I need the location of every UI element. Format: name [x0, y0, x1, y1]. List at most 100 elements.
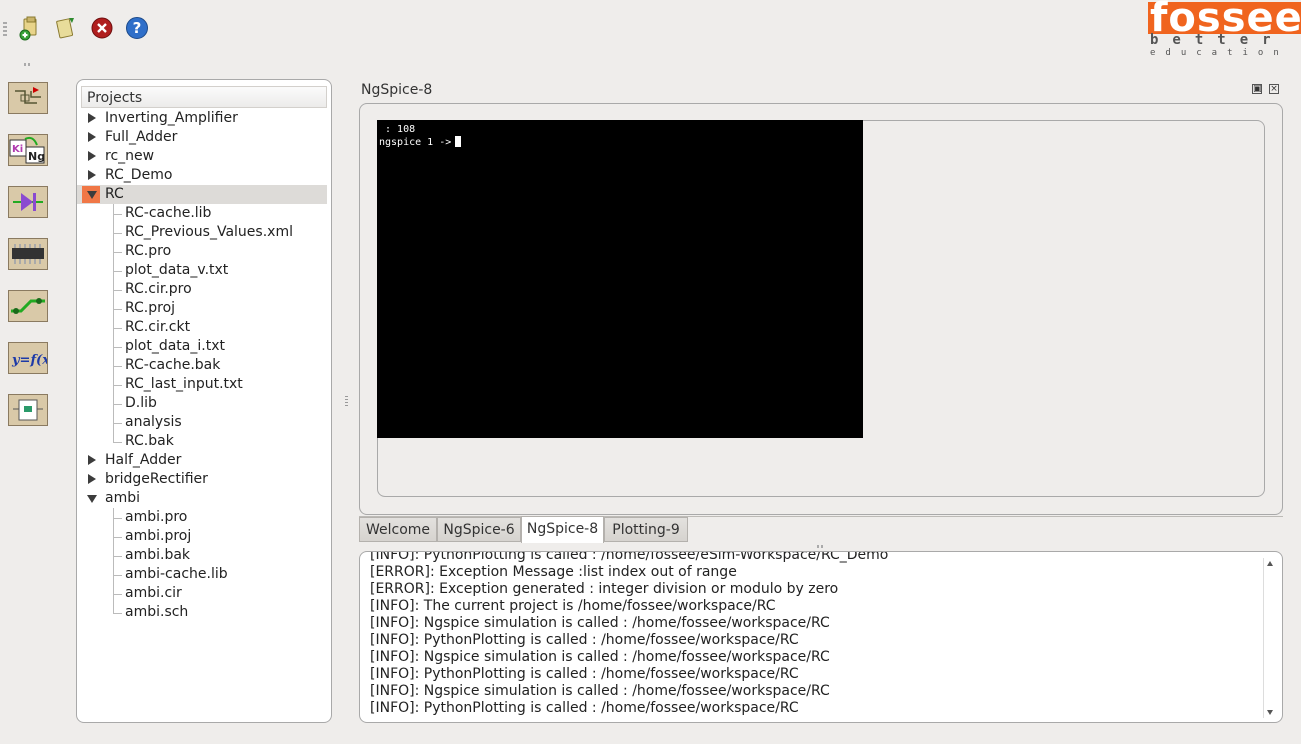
- footprint-editor-button[interactable]: [8, 186, 48, 218]
- function-plot-icon: y=f(x): [11, 353, 56, 368]
- tree-file-item[interactable]: ambi.cir: [77, 584, 327, 603]
- tree-file-item[interactable]: ambi.bak: [77, 546, 327, 565]
- tree-item-bridge-rectifier[interactable]: bridgeRectifier: [77, 470, 327, 489]
- tree-item-full-adder[interactable]: Full_Adder: [77, 128, 327, 147]
- dock-title: NgSpice-8: [361, 82, 433, 98]
- log-line: [INFO]: PythonPlotting is called : /home…: [370, 551, 889, 563]
- projects-panel: Projects Inverting_Amplifier Full_Adder …: [76, 79, 332, 723]
- close-icon: ×: [1270, 84, 1278, 94]
- logo-subtitle-education: education: [1150, 48, 1289, 58]
- float-icon: ▣: [1253, 84, 1262, 94]
- tree-file-item[interactable]: ambi.proj: [77, 527, 327, 546]
- terminal-prompt: ngspice 1 ->: [379, 137, 452, 148]
- expand-arrow-icon[interactable]: [88, 113, 96, 123]
- tree-file-item[interactable]: ambi-cache.lib: [77, 565, 327, 584]
- tree-file-item[interactable]: RC_Previous_Values.xml: [77, 223, 327, 242]
- tab-welcome[interactable]: Welcome: [359, 517, 437, 542]
- open-project-button[interactable]: [52, 14, 80, 42]
- tree-item-rc-demo[interactable]: RC_Demo: [77, 166, 327, 185]
- side-toolbar-grip[interactable]: [24, 63, 32, 66]
- scroll-up-icon[interactable]: [1267, 561, 1273, 566]
- scroll-down-icon[interactable]: [1267, 710, 1273, 715]
- chip-icon: [12, 244, 44, 264]
- terminal-cursor: [455, 136, 462, 147]
- tree-file-item[interactable]: RC.cir.pro: [77, 280, 327, 299]
- tab-ngspice-6[interactable]: NgSpice-6: [437, 517, 521, 542]
- log-panel[interactable]: [INFO]: PythonPlotting is called : /home…: [359, 551, 1283, 723]
- log-line: [ERROR]: Exception generated : integer d…: [370, 581, 839, 597]
- tree-item-ambi[interactable]: ambi: [77, 489, 327, 508]
- tree-file-item[interactable]: analysis: [77, 413, 327, 432]
- log-line: [INFO]: PythonPlotting is called : /home…: [370, 666, 799, 682]
- ngspice-terminal[interactable]: : 108 ngspice 1 ->: [377, 120, 863, 438]
- svg-text:?: ?: [133, 19, 142, 37]
- schematic-editor-icon: [15, 87, 41, 104]
- subcircuit-button[interactable]: [8, 394, 48, 426]
- tree-file-item[interactable]: plot_data_i.txt: [77, 337, 327, 356]
- terminal-line: : 108: [379, 124, 416, 135]
- ngspice-plot-function-button[interactable]: y=f(x): [8, 342, 56, 374]
- dock-float-button[interactable]: ▣: [1252, 84, 1262, 94]
- tree-file-item[interactable]: ambi.pro: [77, 508, 327, 527]
- tree-file-item[interactable]: RC.cir.ckt: [77, 318, 327, 337]
- expand-arrow-icon[interactable]: [88, 455, 96, 465]
- tree-file-item[interactable]: RC.bak: [77, 432, 327, 451]
- tree-file-item[interactable]: RC-cache.bak: [77, 356, 327, 375]
- svg-text:Ki: Ki: [12, 144, 23, 155]
- tree-item-inverting-amplifier[interactable]: Inverting_Amplifier: [77, 109, 327, 128]
- collapse-arrow-icon[interactable]: [87, 191, 97, 199]
- log-line: [ERROR]: Exception Message :list index o…: [370, 564, 737, 580]
- expand-arrow-icon[interactable]: [88, 474, 96, 484]
- projects-header: Projects: [81, 86, 327, 108]
- tree-item-rc-new[interactable]: rc_new: [77, 147, 327, 166]
- tab-ngspice-8[interactable]: NgSpice-8: [521, 516, 604, 543]
- log-line: [INFO]: Ngspice simulation is called : /…: [370, 649, 830, 665]
- collapse-arrow-icon[interactable]: [87, 495, 97, 503]
- expand-arrow-icon[interactable]: [88, 170, 96, 180]
- tree-item-half-adder[interactable]: Half_Adder: [77, 451, 327, 470]
- tree-file-item[interactable]: ambi.sch: [77, 603, 327, 622]
- log-scrollbar[interactable]: [1263, 558, 1276, 718]
- tree-file-item[interactable]: RC.proj: [77, 299, 327, 318]
- splitter-grip[interactable]: [817, 545, 825, 548]
- fossee-logo: fossee better education: [1148, 0, 1301, 60]
- expand-arrow-icon[interactable]: [88, 151, 96, 161]
- tree-file-item[interactable]: plot_data_v.txt: [77, 261, 327, 280]
- footprint-editor-icon: [13, 193, 43, 211]
- log-line: [INFO]: Ngspice simulation is called : /…: [370, 615, 830, 631]
- kicad-to-ngspice-icon: Ki Ng: [9, 136, 45, 164]
- schematic-editor-button[interactable]: [8, 82, 48, 114]
- close-project-button[interactable]: [88, 14, 116, 42]
- help-button[interactable]: ?: [123, 14, 151, 42]
- new-project-button[interactable]: [17, 14, 45, 42]
- pcb-layout-icon: [11, 298, 45, 314]
- terminal-prompt-line: ngspice 1 ->: [379, 136, 863, 149]
- svg-text:y=f(x): y=f(x): [11, 353, 47, 368]
- logo-subtitle-better: better: [1150, 32, 1285, 48]
- svg-text:Ng: Ng: [28, 150, 45, 163]
- tree-item-rc[interactable]: RC: [77, 185, 327, 204]
- pcb-layout-button[interactable]: [8, 290, 48, 322]
- tree-file-item[interactable]: RC-cache.lib: [77, 204, 327, 223]
- model-editor-button[interactable]: [8, 238, 48, 270]
- close-project-icon: [91, 17, 113, 39]
- new-project-icon: [19, 16, 37, 41]
- expand-arrow-icon[interactable]: [88, 132, 96, 142]
- log-line: [INFO]: The current project is /home/fos…: [370, 598, 776, 614]
- kicad-to-ngspice-button[interactable]: Ki Ng: [8, 134, 48, 166]
- panel-splitter-handle[interactable]: [345, 396, 348, 406]
- dock-close-button[interactable]: ×: [1269, 84, 1279, 94]
- log-line: [INFO]: Ngspice simulation is called : /…: [370, 683, 830, 699]
- log-text: [INFO]: PythonPlotting is called : /home…: [370, 551, 889, 717]
- tab-plotting-9[interactable]: Plotting-9: [604, 517, 688, 542]
- open-project-icon: [56, 18, 74, 39]
- toolbar-grip[interactable]: [3, 22, 7, 38]
- log-line: [INFO]: PythonPlotting is called : /home…: [370, 632, 799, 648]
- help-icon: ?: [126, 17, 148, 39]
- project-tree: Inverting_Amplifier Full_Adder rc_new RC…: [77, 109, 327, 622]
- tree-file-item[interactable]: RC_last_input.txt: [77, 375, 327, 394]
- tree-file-item[interactable]: RC.pro: [77, 242, 327, 261]
- subcircuit-icon: [13, 399, 43, 421]
- log-line: [INFO]: PythonPlotting is called : /home…: [370, 700, 799, 716]
- tree-file-item[interactable]: D.lib: [77, 394, 327, 413]
